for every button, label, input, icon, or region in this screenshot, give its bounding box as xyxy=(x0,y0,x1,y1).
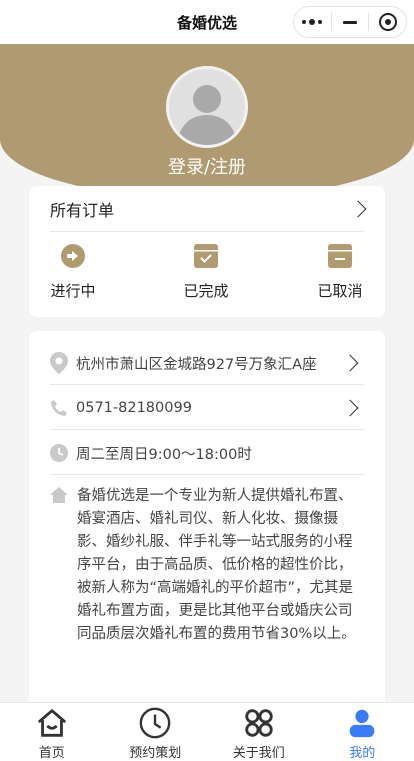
close-button[interactable] xyxy=(369,7,406,37)
avatar[interactable] xyxy=(166,66,248,148)
clock-icon xyxy=(50,444,68,462)
cancel-box-icon xyxy=(328,244,352,268)
close-target-icon xyxy=(378,13,397,31)
login-register-link[interactable]: 登录/注册 xyxy=(0,153,414,179)
store-info-card: 杭州市萧山区金城路927号万象汇A座 0571-82180099 周二至周日9:… xyxy=(29,331,385,711)
more-button[interactable] xyxy=(294,7,331,37)
navigation-bar: 备婚优选 xyxy=(0,0,414,44)
check-box-icon xyxy=(194,244,218,268)
user-icon xyxy=(349,709,375,738)
chevron-right-icon xyxy=(341,399,359,417)
minimize-button[interactable] xyxy=(332,7,369,37)
description-block: 备婚优选是一个专业为新人提供婚礼布置、婚宴酒店、婚礼司仪、新人化妆、摄像摄影、婚… xyxy=(50,485,364,646)
tab-label: 关于我们 xyxy=(232,746,285,761)
page-title: 备婚优选 xyxy=(176,13,237,32)
tab-bar: 首页 预约策划 关于我们 我的 xyxy=(0,702,414,761)
mini-program-capsule xyxy=(293,6,407,38)
status-label: 已取消 xyxy=(317,282,363,300)
home-small-icon xyxy=(50,487,68,503)
status-cancelled[interactable]: 已取消 xyxy=(300,244,380,301)
status-label: 进行中 xyxy=(50,282,96,300)
phone-row[interactable]: 0571-82180099 xyxy=(50,387,364,430)
orders-card: 所有订单 进行中 已完成 已取消 xyxy=(29,186,385,317)
address-row[interactable]: 杭州市萧山区金城路927号万象汇A座 xyxy=(50,342,364,385)
tab-home[interactable]: 首页 xyxy=(0,703,104,761)
tab-mine[interactable]: 我的 xyxy=(311,703,414,761)
status-label: 已完成 xyxy=(183,282,229,300)
tab-label: 我的 xyxy=(349,746,376,761)
phone-text: 0571-82180099 xyxy=(76,400,192,416)
all-orders-row[interactable]: 所有订单 xyxy=(50,186,367,232)
more-icon xyxy=(302,19,323,25)
clock-icon xyxy=(139,707,171,739)
hours-row: 周二至周日9:00～18:00时 xyxy=(50,432,364,475)
hours-text: 周二至周日9:00～18:00时 xyxy=(76,446,252,463)
chevron-right-icon xyxy=(341,354,359,372)
arrow-circle-icon xyxy=(61,244,85,268)
grid-icon xyxy=(245,709,273,737)
minus-icon xyxy=(343,20,357,24)
chevron-right-icon xyxy=(349,200,367,217)
location-pin-icon xyxy=(50,352,68,374)
description-text: 备婚优选是一个专业为新人提供婚礼布置、婚宴酒店、婚礼司仪、新人化妆、摄像摄影、婚… xyxy=(77,488,356,642)
status-completed[interactable]: 已完成 xyxy=(166,244,246,301)
avatar-placeholder-icon xyxy=(177,85,237,145)
home-icon xyxy=(37,709,66,737)
tab-label: 首页 xyxy=(38,746,65,761)
phone-icon xyxy=(51,400,67,416)
address-text: 杭州市萧山区金城路927号万象汇A座 xyxy=(76,356,317,373)
all-orders-label: 所有订单 xyxy=(50,200,115,220)
tab-label: 预约策划 xyxy=(129,746,182,761)
tab-booking[interactable]: 预约策划 xyxy=(104,703,208,761)
order-status-row: 进行中 已完成 已取消 xyxy=(29,244,385,304)
tab-about[interactable]: 关于我们 xyxy=(207,703,311,761)
status-in-progress[interactable]: 进行中 xyxy=(33,244,113,301)
